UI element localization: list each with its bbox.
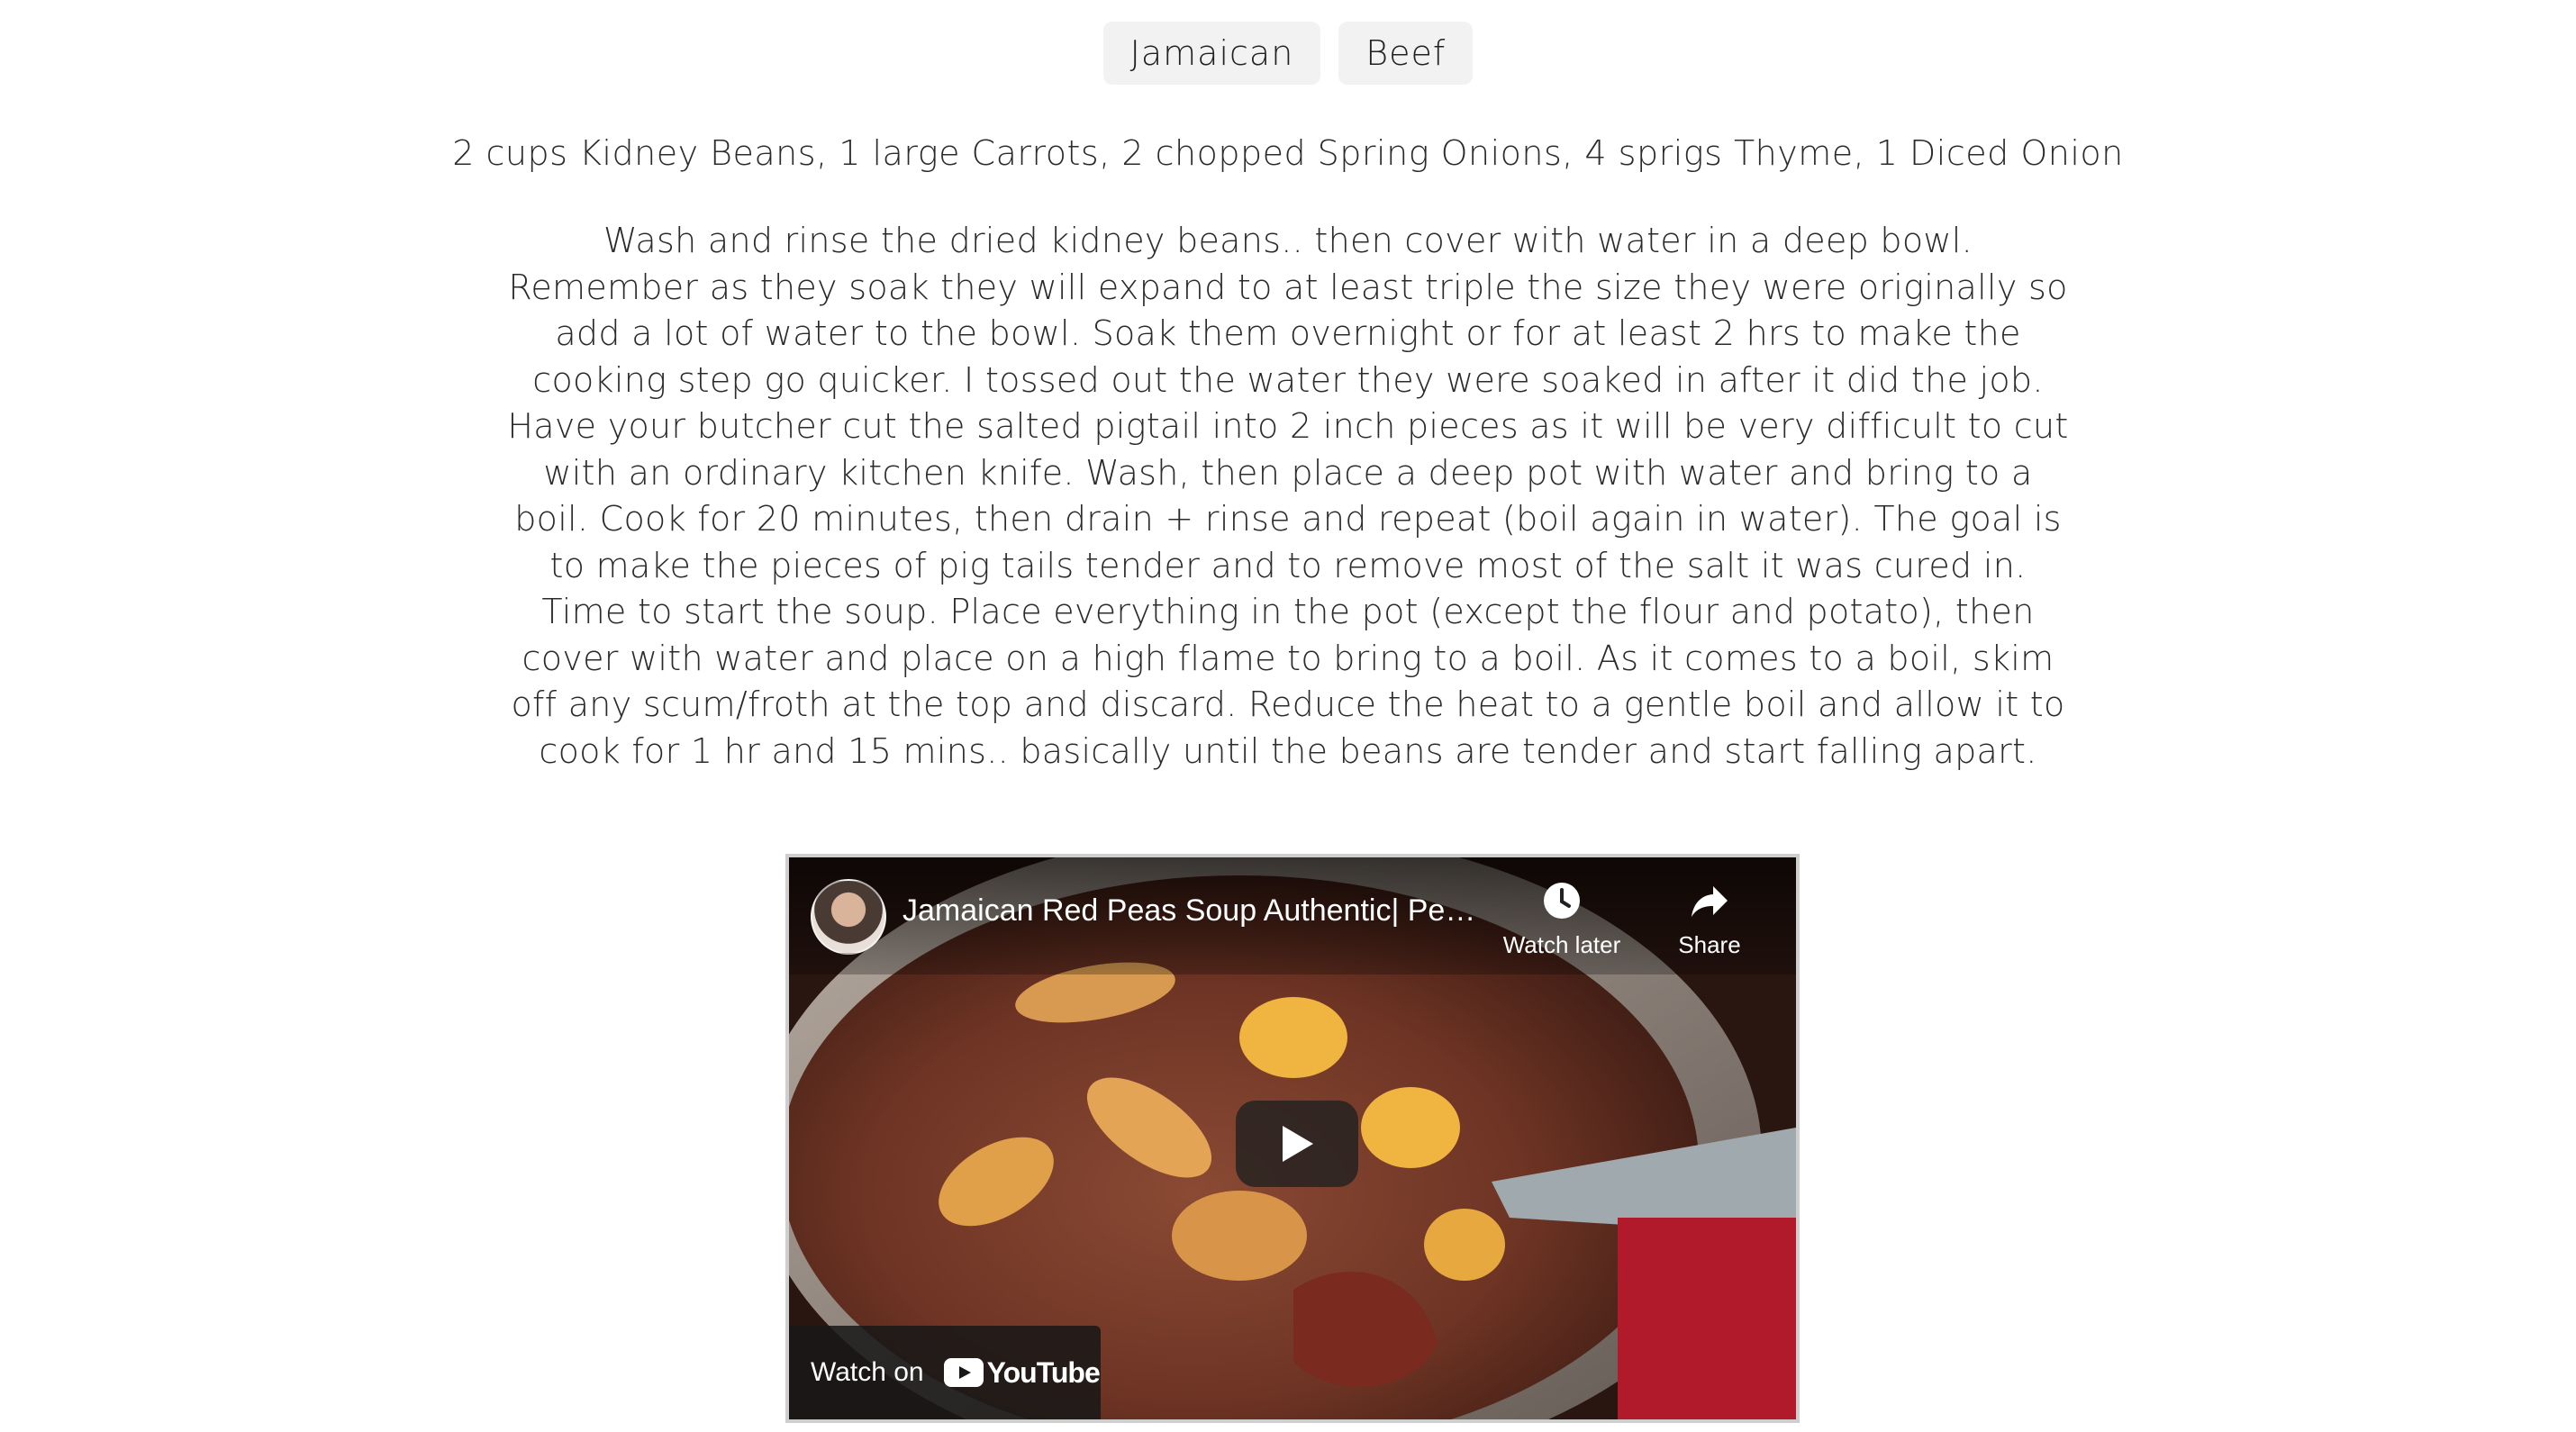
share-button[interactable]: Share bbox=[1646, 879, 1773, 959]
tag-list: Jamaican Beef bbox=[0, 22, 2576, 85]
youtube-video-embed[interactable]: Jamaican Red Peas Soup Authentic| Pe… Wa… bbox=[785, 854, 1800, 1423]
youtube-logo-icon: YouTube bbox=[943, 1355, 1101, 1390]
play-icon bbox=[1283, 1126, 1313, 1162]
ingredients-text: 2 cups Kidney Beans, 1 large Carrots, 2 … bbox=[452, 133, 2124, 173]
share-icon bbox=[1692, 886, 1728, 917]
video-title[interactable]: Jamaican Red Peas Soup Authentic| Pe… bbox=[903, 893, 1497, 929]
tag-beef[interactable]: Beef bbox=[1338, 22, 1474, 85]
play-button[interactable] bbox=[1236, 1101, 1358, 1187]
recipe-page: Jamaican Beef 2 cups Kidney Beans, 1 lar… bbox=[0, 0, 2576, 1432]
channel-avatar[interactable] bbox=[811, 879, 886, 955]
youtube-wordmark: YouTube bbox=[986, 1355, 1101, 1389]
watch-later-button[interactable]: Watch later bbox=[1499, 879, 1625, 959]
share-label: Share bbox=[1678, 931, 1741, 958]
watch-later-label: Watch later bbox=[1502, 931, 1621, 958]
instructions-text: Wash and rinse the dried kidney beans.. … bbox=[507, 221, 2069, 771]
clock-icon bbox=[1544, 883, 1580, 919]
watch-on-youtube-button[interactable]: Watch on YouTube bbox=[789, 1326, 1101, 1419]
watch-on-label: Watch on bbox=[811, 1357, 924, 1387]
tag-jamaican[interactable]: Jamaican bbox=[1102, 22, 1321, 85]
